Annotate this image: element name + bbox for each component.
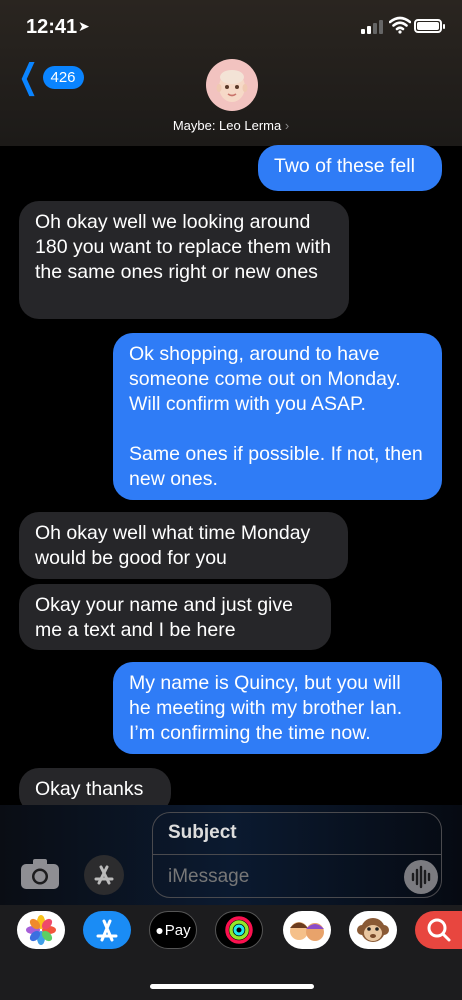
waveform-icon [411, 865, 431, 889]
activity-icon [225, 916, 253, 944]
home-indicator[interactable] [150, 984, 314, 989]
contact-avatar[interactable] [206, 59, 258, 111]
message-bubble-outgoing[interactable]: Ok shopping, around to have someone come… [113, 333, 442, 500]
chevron-left-icon: ❮ [18, 58, 39, 96]
message-text: Ok shopping, around to have someone come… [129, 343, 423, 490]
apple-pay-icon: ● Pay [150, 912, 196, 948]
activity-app-button[interactable] [215, 911, 263, 949]
memoji-app-button[interactable] [283, 911, 331, 949]
animoji-icon [357, 918, 389, 942]
wifi-icon [389, 16, 411, 34]
contact-name: Maybe: Leo Lerma [172, 118, 282, 133]
apple-pay-label: Pay [164, 921, 191, 939]
chevron-right-icon: › [284, 118, 290, 133]
apple-logo-icon: ● [155, 922, 164, 938]
location-arrow-icon: ➤ [78, 18, 90, 34]
message-bubble-outgoing[interactable]: My name is Quincy, but you will he meeti… [113, 662, 442, 754]
message-bubble-incoming[interactable]: Oh okay well what time Monday would be g… [19, 512, 348, 579]
apps-button[interactable] [84, 855, 124, 895]
unread-count-badge: 426 [42, 65, 84, 89]
back-button[interactable]: ❮ 426 [14, 58, 84, 96]
field-divider [153, 854, 441, 855]
message-bubble-outgoing[interactable]: Two of these fell [258, 145, 442, 191]
battery-icon [414, 19, 445, 33]
memoji-avatar-icon [216, 70, 248, 102]
animoji-app-button[interactable] [349, 911, 397, 949]
app-store-app-button[interactable] [83, 911, 131, 949]
apple-pay-app-button[interactable]: ● Pay [149, 911, 197, 949]
web-search-icon [427, 918, 451, 942]
contact-name-button[interactable]: Maybe: Leo Lerma › [0, 118, 462, 133]
message-bubble-incoming[interactable]: Oh okay well we looking around 180 you w… [19, 201, 349, 319]
app-store-icon [96, 919, 118, 942]
imessage-field[interactable]: iMessage [168, 866, 249, 888]
subject-field[interactable]: Subject [168, 822, 237, 844]
app-store-icon [94, 865, 114, 885]
message-text: My name is Quincy, but you will he meeti… [129, 672, 403, 744]
message-bubble-incoming[interactable]: Okay your name and just give me a text a… [19, 584, 331, 650]
photos-app-button[interactable] [17, 911, 65, 949]
photos-icon [26, 915, 56, 945]
message-text: Oh okay well we looking around 180 you w… [35, 211, 331, 283]
cellular-signal-icon [361, 20, 385, 34]
memoji-icon [290, 922, 324, 941]
web-search-app-button[interactable] [415, 911, 462, 949]
message-text: Oh okay well what time Monday would be g… [35, 522, 311, 569]
message-text: Okay your name and just give me a text a… [35, 594, 293, 641]
audio-record-button[interactable] [404, 860, 438, 894]
message-text: Two of these fell [274, 155, 415, 177]
status-time: 12:41 [26, 16, 78, 38]
message-text: Okay thanks [35, 778, 144, 800]
camera-icon[interactable] [20, 858, 60, 890]
